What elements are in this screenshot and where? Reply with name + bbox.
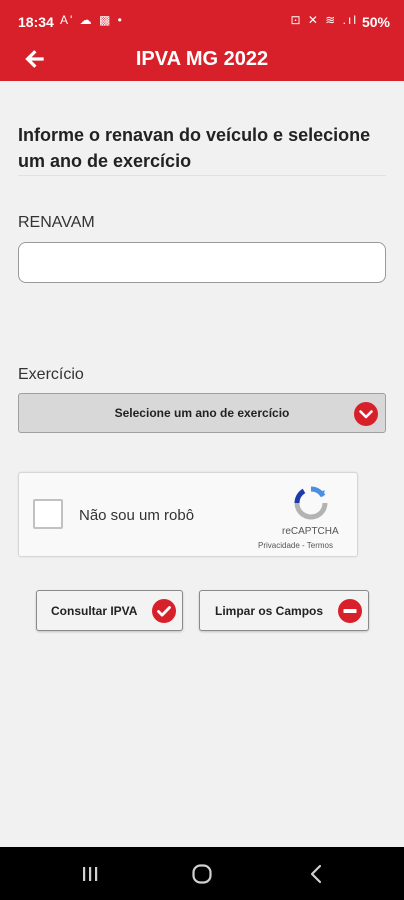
exercicio-select-value: Selecione um ano de exercício bbox=[114, 406, 290, 420]
back-icon[interactable] bbox=[305, 862, 329, 886]
recent-apps-icon[interactable] bbox=[78, 862, 102, 886]
system-nav-bar bbox=[0, 847, 404, 900]
limpar-campos-label: Limpar os Campos bbox=[215, 604, 324, 618]
app-bar: IPVA MG 2022 bbox=[0, 40, 404, 81]
exercicio-select[interactable]: Selecione um ano de exercício bbox=[18, 393, 386, 433]
status-time: 18:34 bbox=[18, 14, 54, 30]
renavam-input[interactable] bbox=[18, 242, 386, 283]
divider bbox=[18, 175, 386, 176]
recaptcha-widget: Não sou um robô reCAPTCHA Privacidade - … bbox=[18, 472, 358, 557]
system-icons: ⊡ ✕ ≋ .ıl bbox=[290, 13, 358, 27]
chevron-down-icon bbox=[354, 402, 378, 426]
recaptcha-links[interactable]: Privacidade - Termos bbox=[258, 541, 333, 550]
recaptcha-brand: reCAPTCHA bbox=[282, 526, 339, 537]
battery-level: 50% bbox=[361, 14, 390, 30]
notification-icons: A' ☁ ▩ • bbox=[60, 13, 124, 27]
limpar-campos-button[interactable]: Limpar os Campos bbox=[199, 590, 369, 631]
renavam-label: RENAVAM bbox=[18, 214, 95, 231]
home-icon[interactable] bbox=[190, 862, 214, 886]
consultar-ipva-button[interactable]: Consultar IPVA bbox=[36, 590, 183, 631]
status-bar: 18:34 A' ☁ ▩ • ⊡ ✕ ≋ .ıl 50% bbox=[0, 0, 404, 40]
recaptcha-logo-icon bbox=[294, 486, 328, 520]
recaptcha-checkbox[interactable] bbox=[33, 499, 63, 529]
form-heading: Informe o renavan do veículo e selecione… bbox=[18, 125, 371, 171]
consultar-ipva-label: Consultar IPVA bbox=[51, 604, 138, 618]
minus-circle-icon bbox=[338, 599, 362, 623]
check-circle-icon bbox=[152, 599, 176, 623]
exercicio-label: Exercício bbox=[18, 366, 84, 383]
page-title: IPVA MG 2022 bbox=[135, 48, 269, 70]
recaptcha-label: Não sou um robô bbox=[79, 507, 195, 524]
